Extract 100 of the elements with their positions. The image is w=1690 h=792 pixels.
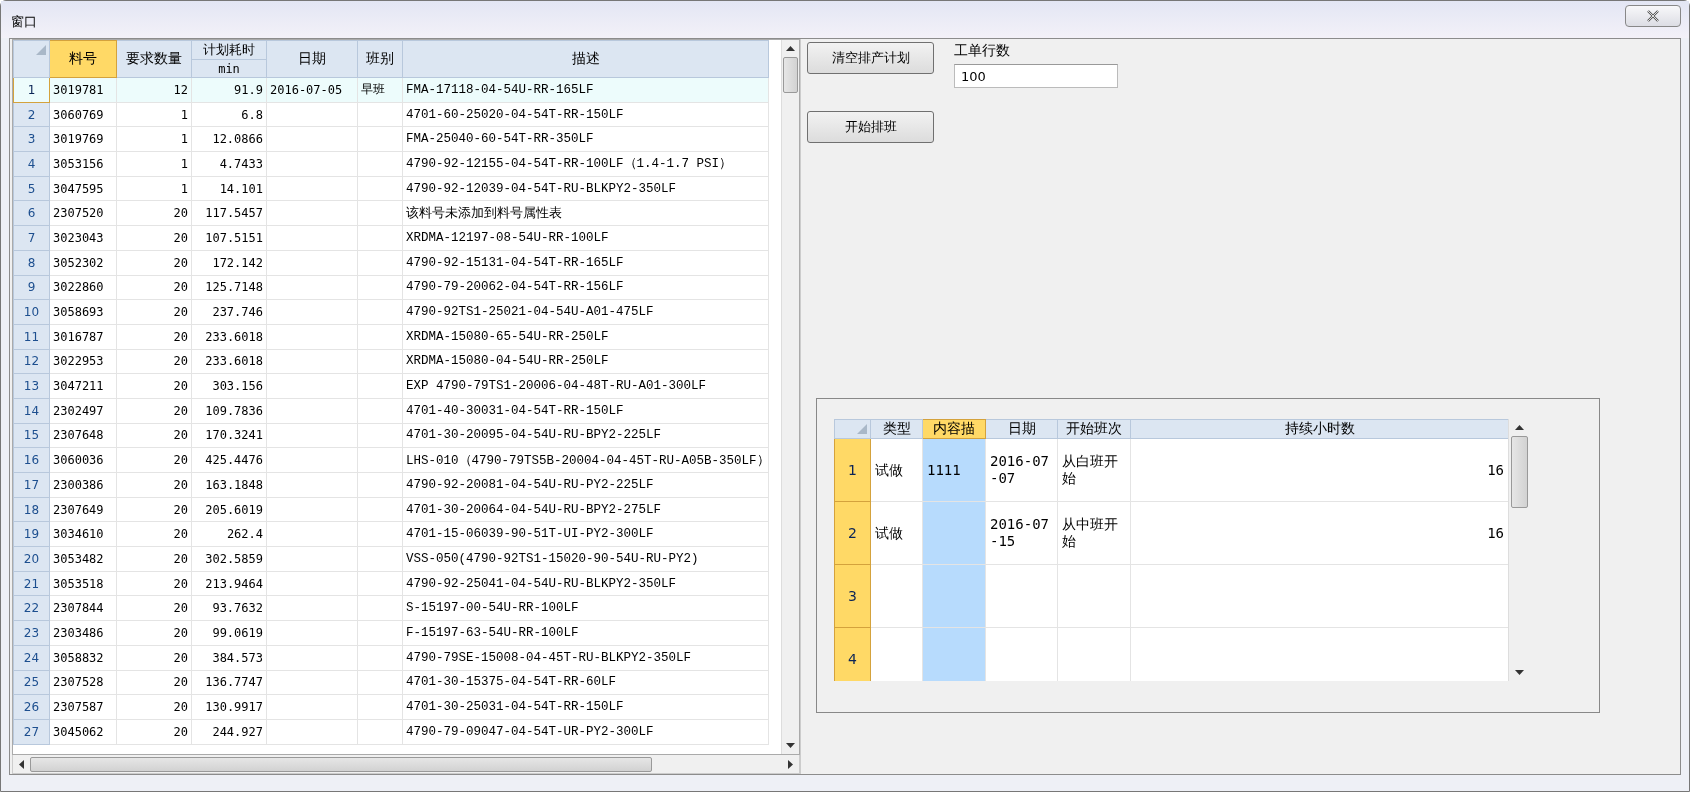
row-header[interactable]: 7 <box>13 225 50 251</box>
row-header[interactable]: 4 <box>13 151 50 177</box>
row-header[interactable]: 18 <box>13 497 50 522</box>
row-header[interactable]: 2 <box>13 102 50 127</box>
table-cell: 1 <box>116 102 192 127</box>
table-cell: 20 <box>116 447 192 473</box>
table-cell: 20 <box>116 719 192 745</box>
table-cell: 233.6018 <box>191 324 267 350</box>
table-cell: 从中班开始 <box>1057 501 1131 565</box>
table-cell: 20 <box>116 546 192 572</box>
row-header[interactable]: 20 <box>13 546 50 572</box>
row-header[interactable]: 13 <box>13 373 50 399</box>
table-cell: VSS-050(4790-92TS1-15020-90-54U-RU-PY2) <box>402 546 769 572</box>
row-number: 14 <box>23 403 40 418</box>
table-cell: EXP 4790-79TS1-20006-04-48T-RU-A01-300LF <box>402 373 769 399</box>
row-header[interactable]: 15 <box>13 423 50 448</box>
table-cell: 262.4 <box>191 521 267 547</box>
row-header[interactable]: 4 <box>834 627 871 681</box>
scrollbar-thumb[interactable] <box>30 756 652 772</box>
column-header[interactable]: 开始班次 <box>1057 419 1131 439</box>
table-cell: 109.7836 <box>191 398 267 424</box>
row-number: 21 <box>23 576 40 591</box>
row-header[interactable]: 5 <box>13 176 50 201</box>
table-cell: FMA-17118-04-54U-RR-165LF <box>402 77 769 103</box>
table-cell: 3053482 <box>49 546 117 572</box>
row-header[interactable]: 10 <box>13 299 50 325</box>
scrollbar-thumb[interactable] <box>783 57 798 93</box>
row-header[interactable]: 3 <box>13 126 50 152</box>
row-header[interactable]: 25 <box>13 670 50 695</box>
column-header[interactable]: 班别 <box>357 40 403 78</box>
row-header[interactable]: 9 <box>13 275 50 300</box>
row-header[interactable]: 17 <box>13 472 50 498</box>
table-cell: 20 <box>116 250 192 275</box>
row-header[interactable]: 14 <box>13 398 50 424</box>
row-number: 11 <box>23 329 40 344</box>
table-cell: 244.927 <box>191 719 267 745</box>
action-button[interactable]: 清空排产计划 <box>807 42 934 74</box>
row-header[interactable]: 11 <box>13 324 50 350</box>
table-cell: 384.573 <box>191 645 267 670</box>
scrollbar-thumb[interactable] <box>1510 436 1528 508</box>
row-header[interactable]: 16 <box>13 447 50 473</box>
table-cell: 3058832 <box>49 645 117 670</box>
table-cell: 4790-92-12155-04-54T-RR-100LF（1.4-1.7 PSI） <box>402 151 769 177</box>
row-header[interactable]: 22 <box>13 595 50 621</box>
row-number: 27 <box>23 724 40 739</box>
row-number: 12 <box>23 354 40 369</box>
table-cell: 3022953 <box>49 349 117 374</box>
column-header[interactable]: 料号 <box>49 40 117 78</box>
column-header[interactable]: 计划耗时 <box>191 40 267 60</box>
table-cell: 2302497 <box>49 398 117 424</box>
table-cell: 3060036 <box>49 447 117 473</box>
row-header[interactable]: 26 <box>13 694 50 720</box>
scroll-left-icon[interactable] <box>19 759 24 769</box>
row-number: 22 <box>23 601 40 616</box>
table-cell: 3034610 <box>49 521 117 547</box>
table-cell: 170.3241 <box>191 423 267 448</box>
column-header[interactable]: 内容描 <box>922 419 986 439</box>
row-header[interactable]: 21 <box>13 571 50 596</box>
column-header[interactable]: 持续小时数 <box>1130 419 1508 439</box>
table-cell: 20 <box>116 645 192 670</box>
row-header[interactable]: 2 <box>834 501 871 565</box>
table-cell: 3019769 <box>49 126 117 152</box>
table-cell: 3058693 <box>49 299 117 325</box>
column-header[interactable]: 日期 <box>985 419 1058 439</box>
row-number: 8 <box>27 255 36 270</box>
scroll-up-icon[interactable] <box>1514 425 1524 430</box>
horizontal-scrollbar[interactable] <box>12 755 800 774</box>
row-number: 3 <box>848 587 857 604</box>
scroll-up-icon[interactable] <box>786 46 795 51</box>
table-cell: 4701-30-20064-04-54U-RU-BPY2-275LF <box>402 497 769 522</box>
row-header[interactable]: 1 <box>834 438 871 502</box>
row-header[interactable]: 27 <box>13 719 50 745</box>
row-header[interactable]: 23 <box>13 620 50 646</box>
row-number: 20 <box>23 551 40 566</box>
table-cell: 237.746 <box>191 299 267 325</box>
table-cell: S-15197-00-54U-RR-100LF <box>402 595 769 621</box>
row-header[interactable]: 12 <box>13 349 50 374</box>
column-header[interactable]: 类型 <box>870 419 923 439</box>
table-cell: 205.6019 <box>191 497 267 522</box>
row-header[interactable]: 1 <box>13 77 50 103</box>
scroll-down-icon[interactable] <box>1514 670 1524 675</box>
table-cell: 4701-30-25031-04-54T-RR-150LF <box>402 694 769 720</box>
column-header[interactable]: 描述 <box>402 40 769 78</box>
table-cell: 20 <box>116 299 192 325</box>
table-cell: 130.9917 <box>191 694 267 720</box>
column-header[interactable]: 要求数量 <box>116 40 192 78</box>
column-header[interactable]: 日期 <box>266 40 358 78</box>
vertical-scrollbar[interactable] <box>781 40 799 754</box>
table-cell: 4790-79-20062-04-54T-RR-156LF <box>402 275 769 300</box>
row-count-field[interactable]: 100 <box>954 64 1118 88</box>
scroll-right-icon[interactable] <box>788 759 793 769</box>
table-cell: XRDMA-12197-08-54U-RR-100LF <box>402 225 769 251</box>
scroll-down-icon[interactable] <box>786 743 795 748</box>
row-header[interactable]: 19 <box>13 521 50 547</box>
row-header[interactable]: 8 <box>13 250 50 275</box>
close-button[interactable] <box>1625 5 1681 27</box>
row-header[interactable]: 24 <box>13 645 50 670</box>
row-header[interactable]: 3 <box>834 564 871 628</box>
row-header[interactable]: 6 <box>13 200 50 226</box>
action-button[interactable]: 开始排班 <box>807 111 934 143</box>
